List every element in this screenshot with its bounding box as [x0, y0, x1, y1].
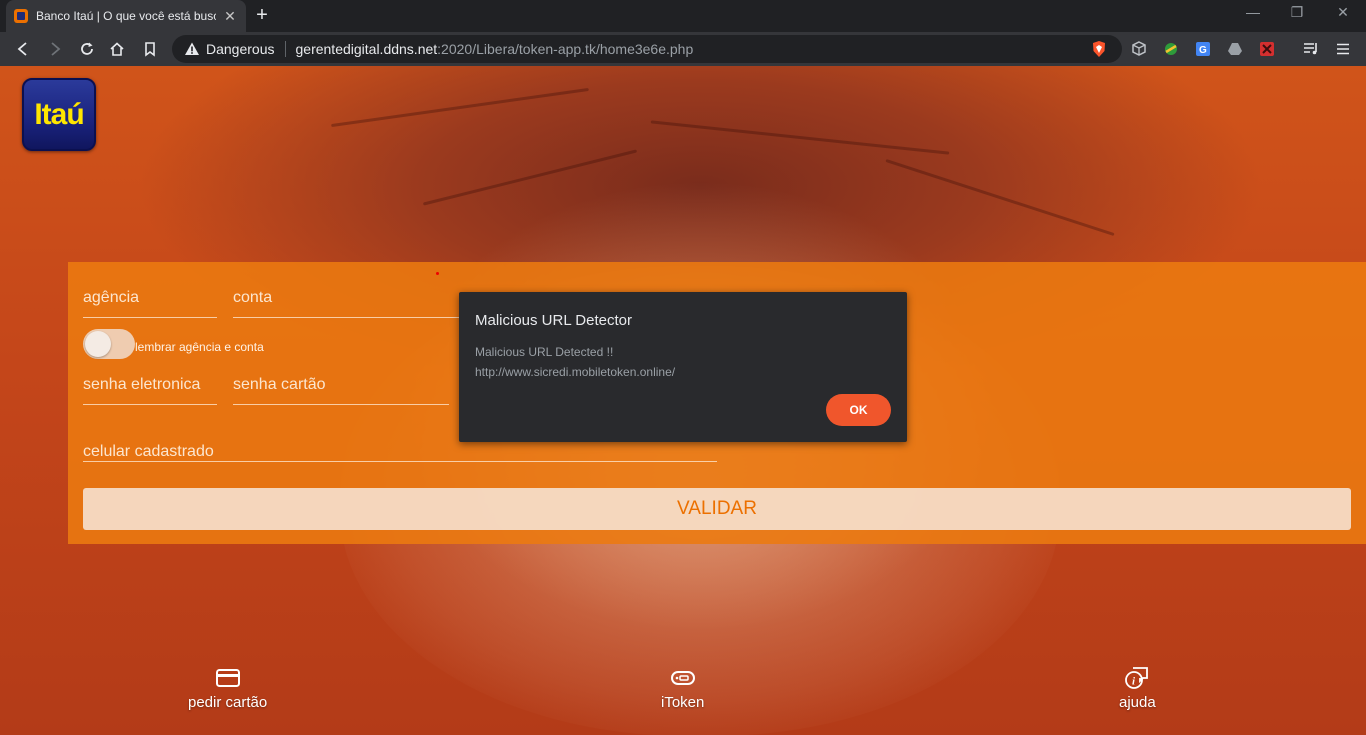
back-arrow-icon [17, 42, 27, 56]
address-bar[interactable]: Dangerous gerentedigital.ddns.net:2020/L… [172, 35, 1122, 63]
forward-arrow-icon [51, 42, 61, 56]
home-button[interactable] [106, 38, 128, 60]
background-streak [650, 120, 950, 155]
green-extension-icon[interactable] [1162, 40, 1180, 58]
celular-field[interactable]: celular cadastrado [83, 443, 214, 461]
ajuda-button[interactable]: i ajuda [1119, 664, 1156, 711]
conta-field[interactable]: conta [233, 289, 272, 307]
restore-button[interactable]: ❐ [1282, 4, 1312, 21]
itau-logo[interactable]: Itaú [22, 78, 96, 151]
tab-strip: Banco Itaú | O que você está busc ✕ + — … [0, 0, 1366, 32]
home-icon [110, 42, 124, 56]
browser-toolbar: Dangerous gerentedigital.ddns.net:2020/L… [0, 32, 1366, 66]
conta-underline [233, 317, 459, 318]
background-streak [422, 149, 638, 206]
agencia-underline [83, 317, 217, 318]
itoken-label: iToken [661, 694, 705, 711]
minimize-button[interactable]: — [1238, 4, 1268, 20]
new-tab-button[interactable]: + [252, 5, 272, 25]
security-status-label[interactable]: Dangerous [206, 41, 275, 57]
senha-cartao-underline [233, 404, 449, 405]
senha-eletronica-underline [83, 404, 217, 405]
background-streak [331, 87, 589, 128]
itoken-button[interactable]: iToken [661, 664, 704, 711]
remember-label: lembrar agência e conta [135, 340, 264, 354]
pedir-cartao-button[interactable]: pedir cartão [188, 664, 267, 711]
senha-eletronica-field[interactable]: senha eletronica [83, 376, 200, 394]
tab-title: Banco Itaú | O que você está busc [36, 9, 216, 23]
browser-tab[interactable]: Banco Itaú | O que você está busc ✕ [6, 0, 246, 32]
senha-cartao-field[interactable]: senha cartão [233, 376, 326, 394]
dialog-message-url: http://www.sicredi.mobiletoken.online/ [475, 365, 676, 379]
ajuda-label: ajuda [1119, 694, 1156, 711]
logo-text: Itaú [34, 97, 84, 131]
url-path: :2020/Libera/token-app.tk/home3e6e.php [437, 41, 694, 57]
background-streak [885, 158, 1115, 237]
playlist-icon[interactable] [1302, 40, 1320, 58]
omnibox-divider [284, 41, 286, 57]
close-window-button[interactable]: ✕ [1328, 4, 1358, 21]
card-icon [215, 669, 240, 687]
toggle-knob [85, 331, 111, 357]
pedir-cartao-label: pedir cartão [188, 694, 268, 711]
translate-icon[interactable]: G [1194, 40, 1212, 58]
svg-text:i: i [1132, 676, 1136, 688]
malicious-url-dialog: Malicious URL Detector Malicious URL Det… [459, 292, 907, 442]
tab-close-icon[interactable]: ✕ [222, 8, 238, 25]
back-button[interactable] [12, 38, 34, 60]
url-host: gerentedigital.ddns.net [295, 41, 438, 57]
reload-icon [81, 42, 93, 55]
bookmark-button[interactable] [139, 38, 161, 60]
red-extension-icon[interactable] [1258, 40, 1276, 58]
warning-icon [185, 42, 199, 55]
reload-button[interactable] [76, 38, 98, 60]
drive-icon[interactable] [1226, 40, 1244, 58]
dialog-message: Malicious URL Detected !! http://www.sic… [475, 342, 675, 382]
celular-underline [83, 461, 717, 462]
ok-button[interactable]: OK [826, 394, 891, 426]
svg-text:G: G [1199, 45, 1207, 56]
bookmark-icon [145, 42, 155, 57]
validar-button[interactable]: VALIDAR [83, 488, 1351, 530]
itau-favicon-icon [14, 9, 28, 23]
brave-shield-icon[interactable] [1090, 40, 1108, 58]
forward-button[interactable] [44, 38, 66, 60]
red-dot [436, 272, 439, 275]
dialog-title: Malicious URL Detector [475, 312, 632, 329]
token-icon [670, 671, 695, 685]
remember-toggle[interactable] [83, 329, 135, 359]
help-chat-icon: i [1125, 667, 1149, 689]
cube-extension-icon[interactable] [1130, 40, 1148, 58]
agencia-field[interactable]: agência [83, 289, 139, 307]
menu-icon[interactable] [1334, 40, 1352, 58]
dialog-message-line1: Malicious URL Detected !! [475, 345, 614, 359]
